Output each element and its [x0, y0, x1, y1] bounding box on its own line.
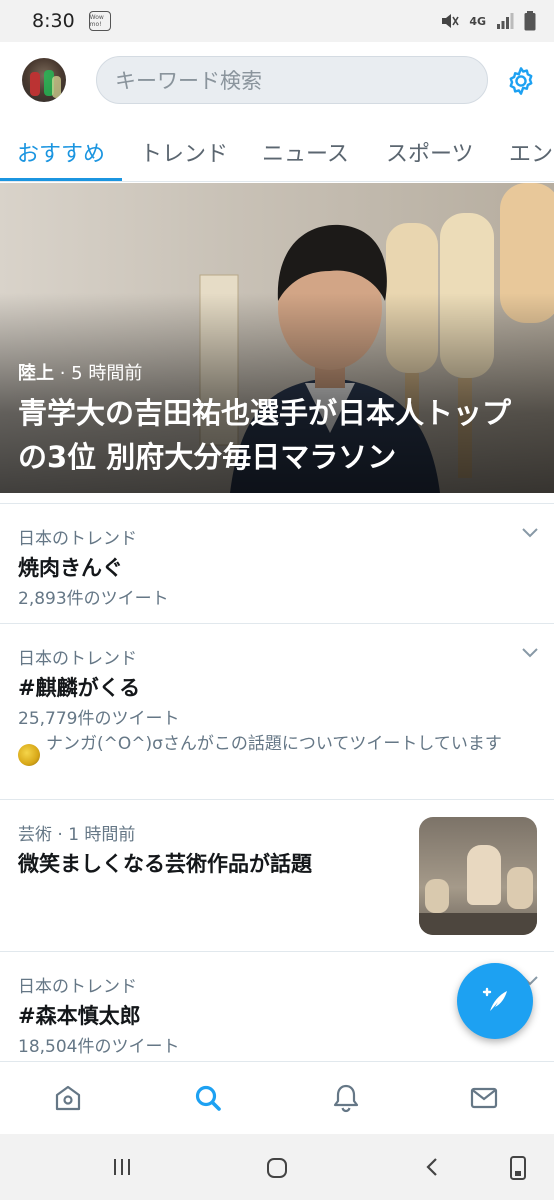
trend-label: 日本のトレンド [18, 649, 137, 669]
profile-avatar[interactable] [22, 58, 66, 102]
hero-news-card[interactable]: 陸上 · 5 時間前 青学大の吉田祐也選手が日本人トップの3位 別府大分毎日マラ… [0, 183, 554, 493]
trend-count: 18,504件のツイート [18, 1037, 180, 1057]
story-thumbnail [419, 817, 537, 935]
notifications-icon[interactable] [330, 1082, 362, 1114]
tab-recommended[interactable]: おすすめ [17, 136, 105, 168]
mute-icon [442, 14, 459, 28]
search-icon[interactable] [192, 1082, 224, 1114]
home-icon[interactable] [52, 1082, 84, 1114]
trend-title: 微笑ましくなる芸術作品が話題 [18, 852, 312, 876]
trend-title: #森本慎太郎 [18, 1004, 141, 1028]
signal-icon [497, 13, 514, 29]
tab-entertainment[interactable]: エンターテインメント [509, 136, 554, 168]
status-time: 8:30 [32, 10, 75, 32]
trend-label: 日本のトレンド [18, 977, 137, 997]
search-input[interactable]: キーワード検索 [96, 56, 488, 104]
explore-tabs: おすすめ トレンド ニュース スポーツ エンターテインメント [0, 122, 554, 182]
trend-title: 焼肉きんぐ [18, 556, 123, 580]
chevron-down-icon[interactable] [522, 648, 538, 658]
status-icons: 4G [439, 11, 536, 31]
tab-indicator [0, 178, 122, 181]
explore-header: キーワード検索 [0, 42, 554, 122]
trend-label: 芸術 · 1 時間前 [18, 825, 136, 845]
tab-sports[interactable]: スポーツ [386, 136, 474, 168]
search-placeholder: キーワード検索 [115, 69, 262, 93]
messages-icon[interactable] [468, 1082, 500, 1114]
tab-trends[interactable]: トレンド [140, 136, 228, 168]
back-icon[interactable] [424, 1156, 440, 1178]
app-notification-icon: Wow mo! [88, 11, 111, 31]
trend-count: 2,893件のツイート [18, 589, 169, 609]
status-bar: 8:30 Wow mo! 4G [0, 0, 554, 42]
compose-tweet-icon [482, 987, 507, 1011]
hero-category: 陸上 · 5 時間前 [18, 363, 143, 384]
hero-headline: 青学大の吉田祐也選手が日本人トップの3位 別府大分毎日マラソン [18, 396, 512, 474]
bottom-navigation [0, 1061, 554, 1134]
trend-count: 25,779件のツイート [18, 709, 180, 729]
chevron-down-icon[interactable] [522, 528, 538, 538]
system-navigation-bar [0, 1134, 554, 1200]
trend-item[interactable]: 日本のトレンド 焼肉きんぐ 2,893件のツイート [0, 503, 554, 623]
trend-label: 日本のトレンド [18, 529, 137, 549]
network-type: 4G [469, 14, 486, 28]
battery-icon [524, 11, 536, 31]
tab-news[interactable]: ニュース [262, 136, 349, 168]
gear-icon[interactable] [505, 65, 537, 97]
recent-apps-icon[interactable] [111, 1156, 133, 1178]
avatar [18, 744, 40, 766]
trend-item[interactable]: 日本のトレンド #麒麟がくる 25,779件のツイート ナンガ(^O^)σさんが… [0, 623, 554, 799]
phone-rotate-icon[interactable] [509, 1156, 527, 1180]
compose-tweet-button[interactable] [457, 963, 533, 1039]
trend-title: #麒麟がくる [18, 676, 141, 700]
trend-context: ナンガ(^O^)σさんがこの話題についてツイートしています [46, 734, 502, 754]
home-button-icon[interactable] [265, 1156, 289, 1180]
trend-item[interactable]: 芸術 · 1 時間前 微笑ましくなる芸術作品が話題 [0, 799, 554, 951]
